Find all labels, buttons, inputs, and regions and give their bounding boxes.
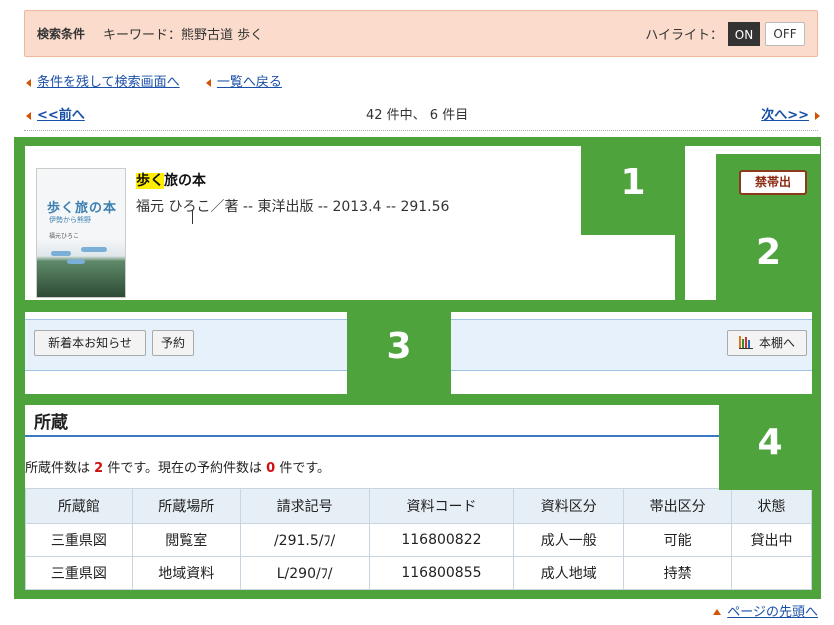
holdings-heading: 所蔵 — [34, 413, 68, 433]
prev-link[interactable]: <<前へ — [37, 108, 85, 123]
holdings-count-text: 所蔵件数は 2 件です。現在の予約件数は 0 件です。 — [25, 461, 331, 476]
bookshelf-icon — [738, 336, 753, 349]
arrow-left-icon — [205, 78, 211, 87]
restricted-badge: 禁帯出 — [739, 170, 807, 195]
bookshelf-label: 本棚へ — [758, 336, 795, 350]
reservation-count: 0 — [266, 461, 276, 476]
search-keyword: キーワード：熊野古道 歩く — [103, 28, 264, 43]
holdings-table: 所蔵館 所蔵場所 請求記号 資料コード 資料区分 帯出区分 状態 三重県図 閲覧… — [25, 488, 812, 590]
column-header: 所蔵場所 — [131, 488, 241, 524]
arrow-left-icon — [26, 111, 31, 120]
search-conditions-bar: 検索条件 キーワード：熊野古道 歩く ハイライト： ON OFF — [24, 10, 818, 57]
arrow-left-icon — [26, 78, 31, 87]
annotation-number-2: 2 — [755, 232, 782, 273]
book-cover-image[interactable]: 歩く旅の本 伊勢から熊野 福元ひろこ — [36, 168, 126, 298]
back-to-search-link[interactable]: 条件を残して検索画面へ — [37, 75, 180, 90]
arrow-up-icon — [713, 608, 722, 615]
next-link[interactable]: 次へ>> — [761, 108, 809, 123]
cloud-shape — [67, 259, 85, 264]
annotation-number-4: 4 — [757, 422, 783, 463]
cloud-shape — [81, 247, 107, 252]
cloud-shape — [51, 251, 71, 256]
book-metadata: 福元 ひろこ／著 -- 東洋出版 -- 2013.4 -- 291.56 — [136, 199, 450, 215]
pagination: <<前へ 42 件中、 6 件目 次へ>> — [26, 104, 820, 126]
bookshelf-button[interactable]: 本棚へ — [727, 330, 807, 356]
annotation-number-1: 1 — [620, 162, 646, 203]
keyword-highlight: 歩く — [136, 173, 164, 189]
back-to-list-link[interactable]: 一覧へ戻る — [217, 75, 282, 90]
reserve-button[interactable]: 予約 — [152, 330, 194, 356]
cover-title: 歩く旅の本 — [47, 201, 118, 216]
navigation-links: 条件を残して検索画面へ 一覧へ戻る — [26, 71, 282, 90]
holdings-count: 2 — [94, 461, 104, 476]
column-header: 資料区分 — [513, 488, 625, 524]
highlight-on-button[interactable]: ON — [728, 22, 760, 46]
table-row: 三重県図 地域資料 L/290/ﾌ/ 116800855 成人地域 持禁 — [25, 556, 812, 590]
table-row: 三重県図 閲覧室 /291.5/ﾌ/ 116800822 成人一般 可能 貸出中 — [25, 523, 812, 557]
column-header: 帯出区分 — [623, 488, 733, 524]
highlight-off-button[interactable]: OFF — [765, 22, 805, 46]
cover-author: 福元ひろこ — [49, 233, 80, 240]
arrow-right-icon — [815, 111, 820, 120]
text-cursor — [192, 210, 193, 224]
result-position: 42 件中、 6 件目 — [366, 108, 469, 123]
cover-subtitle: 伊勢から熊野 — [49, 216, 91, 224]
column-header: 請求記号 — [239, 488, 370, 524]
new-arrivals-button[interactable]: 新着本お知らせ — [34, 330, 146, 356]
page-top-link-container: ページの先頭へ — [713, 601, 818, 620]
table-header-row: 所蔵館 所蔵場所 請求記号 資料コード 資料区分 帯出区分 状態 — [25, 488, 812, 524]
divider — [24, 130, 818, 131]
column-header: 資料コード — [368, 488, 515, 524]
book-title: 歩く旅の本 — [136, 173, 206, 189]
heading-underline — [25, 435, 719, 437]
page-top-link[interactable]: ページの先頭へ — [727, 605, 818, 620]
search-conditions-label: 検索条件 — [37, 27, 86, 41]
annotation-number-3: 3 — [386, 326, 412, 367]
column-header: 所蔵館 — [25, 488, 133, 524]
highlight-label: ハイライト： — [645, 28, 723, 43]
column-header: 状態 — [731, 488, 812, 524]
